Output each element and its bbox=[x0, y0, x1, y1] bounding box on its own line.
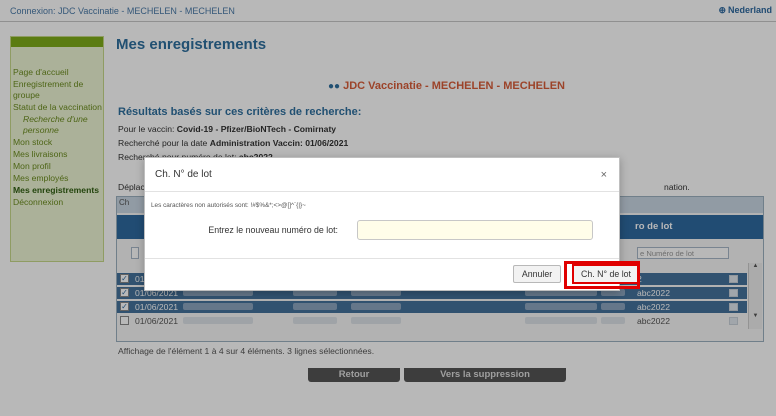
forbidden-characters-note: Les caractères non autorisés sont: !#$%&… bbox=[151, 202, 306, 209]
dialog-title: Ch. N° de lot bbox=[155, 169, 212, 180]
cancel-button[interactable]: Annuler bbox=[513, 265, 561, 283]
new-lot-label: Entrez le nouveau numéro de lot: bbox=[208, 225, 338, 235]
highlight-box bbox=[564, 261, 640, 289]
dialog-divider bbox=[145, 258, 619, 259]
change-lot-dialog: Ch. N° de lot × Les caractères non autor… bbox=[144, 157, 640, 291]
dialog-header: Ch. N° de lot × bbox=[145, 158, 619, 192]
close-icon[interactable]: × bbox=[601, 169, 607, 181]
new-lot-input[interactable] bbox=[357, 220, 593, 240]
